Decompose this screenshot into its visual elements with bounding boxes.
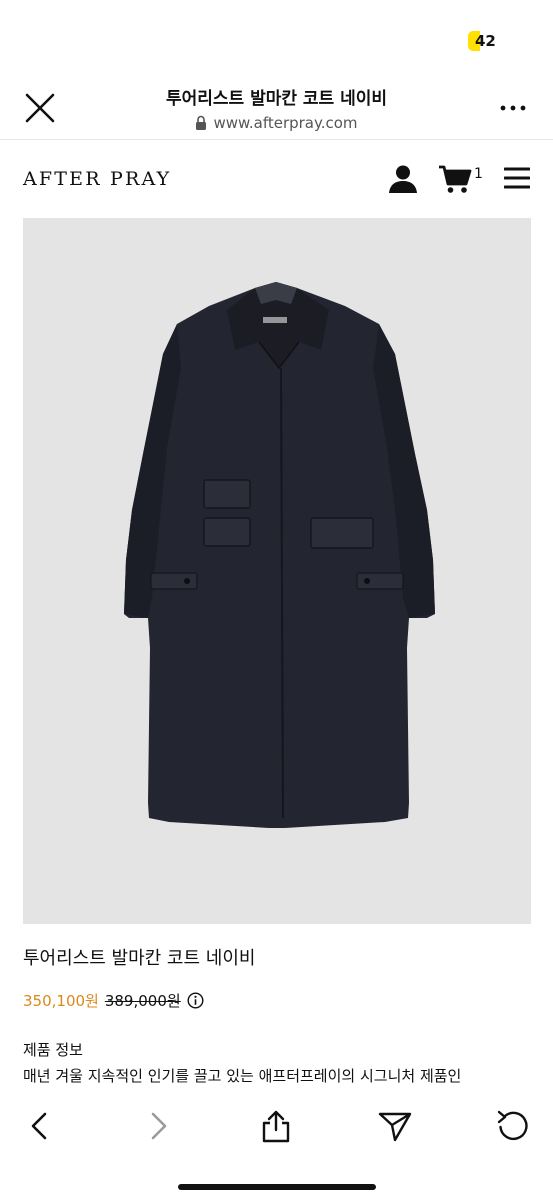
back-icon[interactable] <box>22 1108 58 1144</box>
sale-price: 350,100원 <box>23 992 99 1010</box>
cart-icon <box>439 165 472 193</box>
status-bar: 42 <box>0 0 553 70</box>
info-icon[interactable] <box>187 992 204 1009</box>
cart-count: 1 <box>474 166 483 182</box>
user-icon[interactable] <box>388 164 418 194</box>
original-price: 389,000원 <box>104 992 181 1010</box>
price-row: 350,100원 389,000원 <box>23 990 204 1011</box>
brand-logo[interactable]: AFTER PRAY <box>23 168 171 190</box>
refresh-icon[interactable] <box>495 1108 531 1144</box>
browser-header: 투어리스트 발마칸 코트 네이비 www.afterpray.com <box>0 70 553 140</box>
battery-level: 42 <box>468 31 500 51</box>
product-image[interactable] <box>23 218 531 924</box>
share-icon[interactable] <box>258 1108 294 1144</box>
home-indicator <box>178 1184 376 1190</box>
coat-illustration <box>124 282 435 828</box>
page-title: 투어리스트 발마칸 코트 네이비 <box>165 89 388 109</box>
more-icon[interactable] <box>498 98 528 118</box>
browser-toolbar <box>0 1090 553 1200</box>
lock-icon <box>196 115 207 130</box>
product-name: 투어리스트 발마칸 코트 네이비 <box>23 948 256 969</box>
menu-icon[interactable] <box>504 166 530 190</box>
section-title: 제품 정보 <box>23 1041 83 1059</box>
product-description: 매년 겨울 지속적인 인기를 끌고 있는 애프터프레이의 시그니처 제품인 <box>23 1067 462 1085</box>
site-nav: AFTER PRAY 1 <box>0 140 553 218</box>
forward-icon[interactable] <box>140 1108 176 1144</box>
cart-button[interactable]: 1 <box>438 164 488 198</box>
url-text: www.afterpray.com <box>213 114 358 132</box>
send-icon[interactable] <box>377 1108 413 1144</box>
url-bar[interactable]: www.afterpray.com <box>0 114 553 132</box>
